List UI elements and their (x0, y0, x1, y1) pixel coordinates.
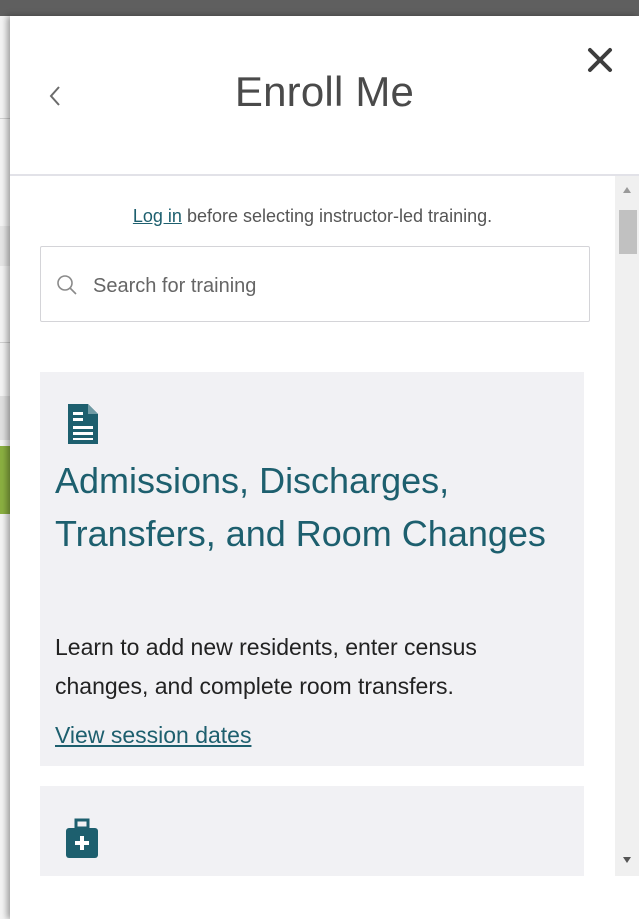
panel-footer (10, 876, 639, 919)
close-button[interactable] (582, 40, 618, 80)
panel-title: Enroll Me (234, 68, 415, 115)
training-card: Admissions, Discharges, Transfers, and R… (40, 372, 584, 766)
vertical-scrollbar[interactable] (615, 176, 639, 876)
close-icon (588, 48, 612, 72)
enroll-me-panel: Enroll Me Log in before selecting instru… (10, 16, 639, 919)
scroll-down-arrow[interactable] (615, 850, 639, 870)
training-description: Learn to add new residents, enter census… (55, 634, 477, 699)
arrow-down-icon (623, 857, 631, 863)
arrow-up-icon (623, 187, 631, 193)
background-top-bar (0, 0, 639, 16)
training-card (40, 786, 584, 876)
view-session-dates-link[interactable]: View session dates (55, 722, 251, 749)
panel-header: Enroll Me (10, 16, 639, 176)
search-icon (57, 275, 77, 295)
login-prompt: Log in before selecting instructor-led t… (10, 206, 615, 227)
training-title: Admissions, Discharges, Transfers, and R… (55, 460, 546, 554)
search-input[interactable] (91, 267, 575, 305)
medical-kit-icon (66, 818, 98, 858)
login-link[interactable]: Log in (133, 206, 182, 226)
document-icon (68, 404, 98, 444)
scroll-thumb[interactable] (619, 210, 637, 254)
panel-content: Log in before selecting instructor-led t… (10, 176, 615, 876)
search-box[interactable] (40, 246, 590, 322)
scroll-up-arrow[interactable] (615, 180, 639, 200)
login-prompt-text: before selecting instructor-led training… (181, 206, 493, 226)
